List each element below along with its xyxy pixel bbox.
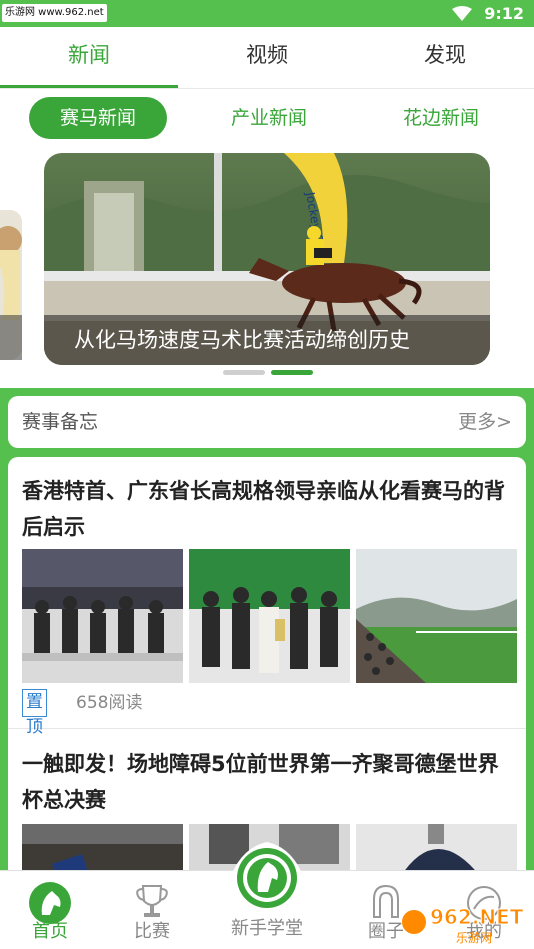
race-memo-title: 赛事备忘: [22, 411, 99, 433]
tab-news[interactable]: 新闻: [0, 27, 178, 88]
news-list: 香港特首、广东省长高规格领导亲临从化看赛马的背后启示 置顶 658阅读 一触即发…: [8, 457, 526, 877]
news-title[interactable]: 一触即发！场地障碍5位前世界第一齐聚哥德堡世界杯总决赛: [22, 746, 512, 818]
tab-video[interactable]: 视频: [178, 27, 356, 87]
carousel-prev-slide[interactable]: [0, 210, 22, 360]
carousel-indicator: [223, 370, 323, 376]
tab-discover[interactable]: 发现: [356, 27, 534, 87]
clock: 9:12: [484, 4, 524, 23]
pinned-badge: 置顶: [22, 689, 47, 737]
news-item[interactable]: 香港特首、广东省长高规格领导亲临从化看赛马的背后启示 置顶 658阅读: [8, 457, 526, 737]
news-thumbnails: [22, 549, 520, 683]
nav-races[interactable]: 比赛: [112, 877, 192, 947]
news-thumbnail[interactable]: [22, 549, 183, 683]
nav-home[interactable]: 首页: [10, 877, 90, 947]
site-logo-watermark: 962.NET 乐游网: [402, 905, 524, 945]
horseshoe-icon: [373, 884, 399, 918]
top-tab-bar: 新闻 视频 发现: [0, 27, 534, 89]
nav-beginner-label: 新手学堂: [231, 918, 303, 939]
status-bar: 乐游网 www.962.net 9:12: [0, 0, 534, 27]
carousel-dot[interactable]: [223, 370, 265, 375]
horse-head-icon: [29, 882, 71, 924]
trophy-icon: [136, 885, 168, 917]
wifi-icon: [452, 6, 472, 21]
memo-more-link[interactable]: 更多>: [458, 396, 512, 448]
nav-label: 比赛: [134, 921, 170, 942]
news-carousel[interactable]: Jockey Club 从化马场速度马术比赛活动缔创历史: [0, 150, 534, 380]
carousel-caption: 从化马场速度马术比赛活动缔创历史: [44, 315, 490, 365]
logo-subtext: 乐游网: [456, 931, 492, 945]
subtab-racing-news[interactable]: 赛马新闻: [29, 97, 167, 139]
news-category-tabs: 赛马新闻 产业新闻 花边新闻: [0, 89, 534, 147]
carousel-dot-active[interactable]: [271, 370, 313, 375]
subtab-gossip-news[interactable]: 花边新闻: [372, 97, 510, 139]
subtab-industry-news[interactable]: 产业新闻: [200, 97, 338, 139]
read-count: 658阅读: [76, 693, 143, 713]
logo-text: 962.NET: [430, 905, 524, 929]
news-title[interactable]: 香港特首、广东省长高规格领导亲临从化看赛马的背后启示: [22, 473, 512, 545]
carousel-main-slide[interactable]: Jockey Club 从化马场速度马术比赛活动缔创历史: [44, 153, 490, 365]
news-thumbnail[interactable]: [356, 549, 517, 683]
nav-beginner-school[interactable]: [222, 832, 312, 912]
nav-label: 首页: [32, 921, 68, 942]
site-watermark: 乐游网 www.962.net: [2, 4, 107, 22]
race-memo-card[interactable]: 赛事备忘 更多>: [8, 396, 526, 448]
news-thumbnail[interactable]: [189, 549, 350, 683]
